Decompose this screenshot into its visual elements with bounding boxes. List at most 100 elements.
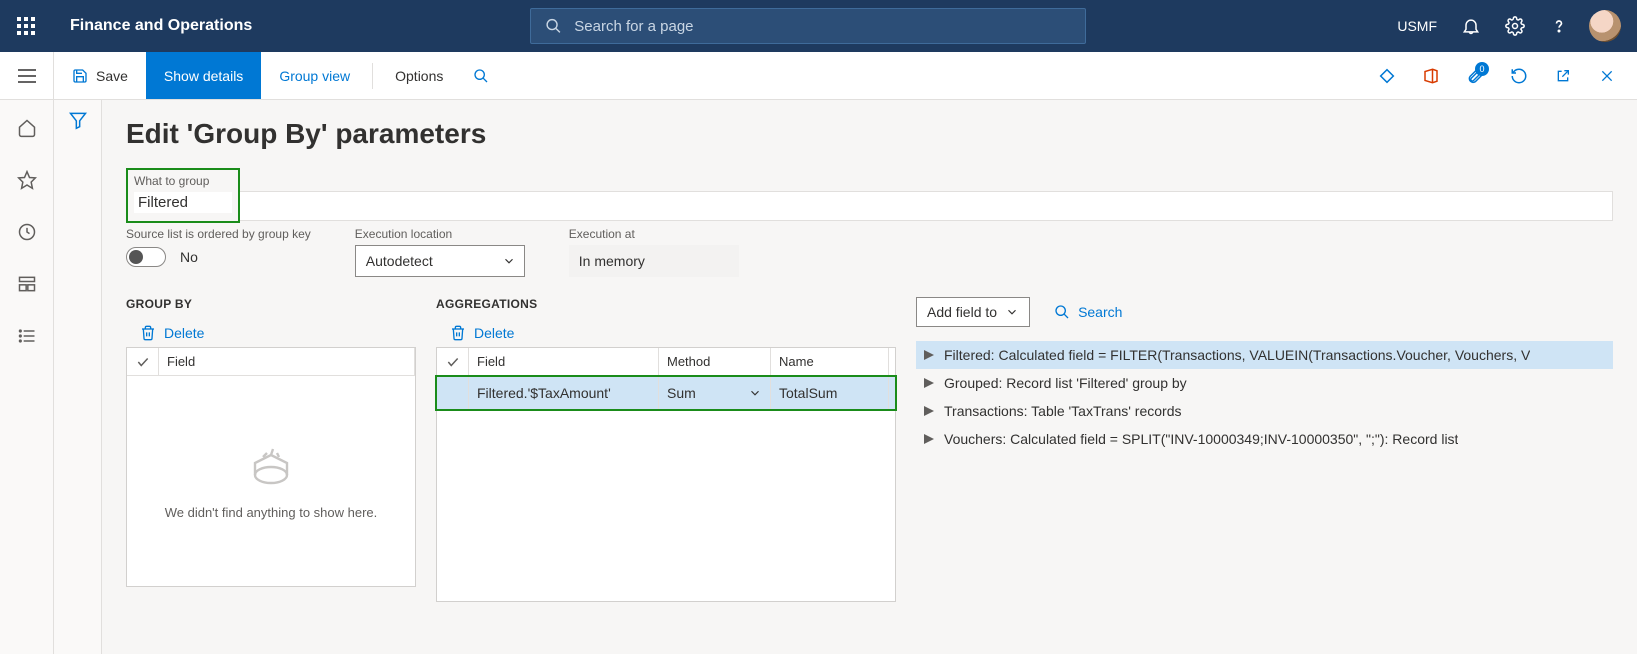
home-icon bbox=[17, 118, 37, 138]
lower-columns: GROUP BY Delete Field We bbox=[126, 297, 1613, 602]
home-button[interactable] bbox=[11, 112, 43, 144]
ordered-toggle[interactable] bbox=[126, 247, 166, 267]
agg-row-0-method-value: Sum bbox=[667, 385, 696, 401]
exec-loc-select[interactable]: Autodetect bbox=[355, 245, 525, 277]
bell-icon bbox=[1461, 16, 1481, 36]
groupby-field-col[interactable]: Field bbox=[159, 348, 415, 375]
exec-loc-field: Execution location Autodetect bbox=[355, 227, 525, 277]
hamburger-icon bbox=[18, 69, 36, 83]
agg-col-method[interactable]: Method bbox=[659, 348, 771, 375]
company-code[interactable]: USMF bbox=[1387, 18, 1447, 34]
save-button[interactable]: Save bbox=[54, 52, 146, 99]
main-area: Edit 'Group By' parameters What to group… bbox=[0, 100, 1637, 654]
command-bar-row: Save Show details Group view Options 0 bbox=[0, 52, 1637, 100]
cmd-right: 0 bbox=[1369, 58, 1637, 94]
agg-delete-label: Delete bbox=[474, 325, 514, 341]
tree-item-label: Transactions: Table 'TaxTrans' records bbox=[944, 403, 1181, 419]
chevron-down-icon bbox=[502, 254, 516, 268]
empty-box-icon bbox=[247, 443, 295, 491]
nav-right: USMF bbox=[1387, 6, 1627, 46]
exec-loc-label: Execution location bbox=[355, 227, 525, 241]
tree-item-vouchers[interactable]: Vouchers: Calculated field = SPLIT("INV-… bbox=[916, 425, 1613, 453]
tree-search-button[interactable]: Search bbox=[1054, 304, 1122, 320]
trash-icon bbox=[140, 325, 156, 341]
recent-button[interactable] bbox=[11, 216, 43, 248]
user-avatar[interactable] bbox=[1589, 10, 1621, 42]
notifications-button[interactable] bbox=[1451, 6, 1491, 46]
list-icon bbox=[17, 326, 37, 346]
nav-toggle[interactable] bbox=[0, 52, 54, 99]
groupby-grid: Field We didn't find anything to show he… bbox=[126, 347, 416, 587]
favorites-button[interactable] bbox=[11, 164, 43, 196]
exec-loc-value: Autodetect bbox=[366, 253, 433, 269]
triangle-right-icon bbox=[924, 434, 934, 444]
global-navbar: Finance and Operations USMF bbox=[0, 0, 1637, 52]
related-records-button[interactable] bbox=[1369, 58, 1405, 94]
tree-item-grouped[interactable]: Grouped: Record list 'Filtered' group by bbox=[916, 369, 1613, 397]
highlight-what-to-group: What to group Filtered bbox=[126, 168, 240, 223]
agg-grid: Field Method Name Filtered.'$TaxAmount' … bbox=[436, 347, 896, 602]
exec-at-field: Execution at In memory bbox=[569, 227, 739, 277]
tree-search-label: Search bbox=[1078, 304, 1122, 320]
clock-icon bbox=[17, 222, 37, 242]
popout-button[interactable] bbox=[1545, 58, 1581, 94]
filter-button[interactable] bbox=[68, 110, 88, 654]
help-button[interactable] bbox=[1539, 6, 1579, 46]
settings-button[interactable] bbox=[1495, 6, 1535, 46]
page-title: Edit 'Group By' parameters bbox=[126, 118, 1613, 150]
tree-item-filtered[interactable]: Filtered: Calculated field = FILTER(Tran… bbox=[916, 341, 1613, 369]
modules-button[interactable] bbox=[11, 320, 43, 352]
check-icon bbox=[136, 355, 150, 369]
agg-col-name[interactable]: Name bbox=[771, 348, 889, 375]
group-view-label: Group view bbox=[279, 68, 350, 84]
attachments-button[interactable]: 0 bbox=[1457, 58, 1493, 94]
params-row: Source list is ordered by group key No E… bbox=[126, 227, 1613, 277]
groupby-empty: We didn't find anything to show here. bbox=[127, 376, 415, 586]
chevron-down-icon bbox=[748, 386, 762, 400]
what-to-group-label: What to group bbox=[134, 174, 232, 188]
add-field-to-label: Add field to bbox=[927, 304, 997, 320]
triangle-right-icon bbox=[924, 350, 934, 360]
tree-item-transactions[interactable]: Transactions: Table 'TaxTrans' records bbox=[916, 397, 1613, 425]
workspaces-button[interactable] bbox=[11, 268, 43, 300]
save-label: Save bbox=[96, 68, 128, 84]
datasource-tree: Filtered: Calculated field = FILTER(Tran… bbox=[916, 341, 1613, 453]
help-icon bbox=[1549, 16, 1569, 36]
app-title: Finance and Operations bbox=[52, 17, 270, 35]
add-field-to-button[interactable]: Add field to bbox=[916, 297, 1030, 327]
agg-row-0-field[interactable]: Filtered.'$TaxAmount' bbox=[469, 377, 659, 409]
global-search[interactable] bbox=[530, 8, 1086, 44]
groupby-empty-text: We didn't find anything to show here. bbox=[165, 505, 378, 520]
search-input[interactable] bbox=[574, 18, 1071, 35]
cmd-search-button[interactable] bbox=[461, 52, 501, 99]
groupby-delete-button[interactable]: Delete bbox=[126, 319, 416, 347]
agg-row-0-name[interactable]: TotalSum bbox=[771, 377, 889, 409]
agg-delete-button[interactable]: Delete bbox=[436, 319, 896, 347]
agg-row-0[interactable]: Filtered.'$TaxAmount' Sum TotalSum bbox=[437, 377, 895, 409]
agg-row-0-check[interactable] bbox=[437, 377, 469, 409]
attachments-badge: 0 bbox=[1475, 62, 1489, 76]
gear-icon bbox=[1505, 16, 1525, 36]
groupby-delete-label: Delete bbox=[164, 325, 204, 341]
what-to-group-value[interactable]: Filtered bbox=[134, 192, 232, 213]
page-content: Edit 'Group By' parameters What to group… bbox=[102, 100, 1637, 654]
separator bbox=[372, 63, 373, 89]
show-details-tab[interactable]: Show details bbox=[146, 52, 261, 99]
close-icon bbox=[1599, 68, 1615, 84]
refresh-button[interactable] bbox=[1501, 58, 1537, 94]
groupby-column: GROUP BY Delete Field We bbox=[126, 297, 416, 587]
options-button[interactable]: Options bbox=[377, 52, 461, 99]
triangle-right-icon bbox=[924, 378, 934, 388]
close-button[interactable] bbox=[1589, 58, 1625, 94]
agg-row-0-method[interactable]: Sum bbox=[659, 377, 771, 409]
groupby-header: GROUP BY bbox=[126, 297, 416, 311]
groupby-select-all[interactable] bbox=[127, 348, 159, 375]
refresh-icon bbox=[1510, 67, 1528, 85]
agg-col-field[interactable]: Field bbox=[469, 348, 659, 375]
agg-select-all[interactable] bbox=[437, 348, 469, 375]
group-view-tab[interactable]: Group view bbox=[261, 52, 368, 99]
office-button[interactable] bbox=[1413, 58, 1449, 94]
app-launcher[interactable] bbox=[0, 0, 52, 52]
tree-item-label: Grouped: Record list 'Filtered' group by bbox=[944, 375, 1187, 391]
tree-column: Add field to Search Filtered: Calculated… bbox=[916, 297, 1613, 453]
